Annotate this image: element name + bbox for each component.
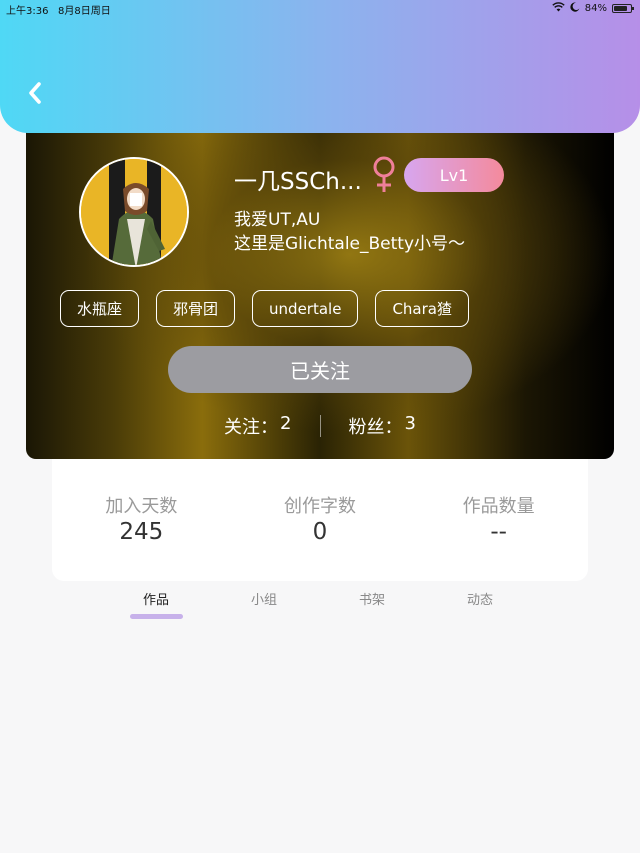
follow-stats: 关注： 2 粉丝： 3 <box>26 413 614 439</box>
status-date: 8月8日周日 <box>58 6 111 17</box>
female-gender-icon <box>371 156 397 198</box>
back-button[interactable] <box>20 80 50 110</box>
tab-bar: 作品 小组 书架 动态 <box>102 586 536 626</box>
stat-label: 创作字数 <box>283 496 356 517</box>
tag-chip[interactable]: undertale <box>252 290 359 327</box>
following-stat[interactable]: 关注： 2 <box>224 413 291 439</box>
profile-page: 上午3:36 8月8日周日 84% 一几SSCh... Lv1 我爱UT,AU … <box>0 0 640 853</box>
tab-activity[interactable]: 动态 <box>426 586 534 626</box>
stat-label: 加入天数 <box>105 496 178 517</box>
username: 一几SSCh... <box>234 169 362 195</box>
stat-value: 0 <box>312 519 328 545</box>
tab-active-indicator <box>130 614 183 619</box>
bio-line: 这里是Glichtale_Betty小号～ <box>234 234 466 254</box>
tab-bookshelf[interactable]: 书架 <box>318 586 426 626</box>
avatar[interactable] <box>79 157 189 267</box>
profile-card: 一几SSCh... Lv1 我爱UT,AU 这里是Glichtale_Betty… <box>26 118 614 459</box>
chevron-left-icon <box>26 81 44 109</box>
tag-chip[interactable]: Chara猹 <box>375 290 469 327</box>
status-bar: 上午3:36 8月8日周日 84% <box>0 0 640 18</box>
tag-chip[interactable]: 邪骨团 <box>156 290 236 327</box>
stat-label: 作品数量 <box>462 496 535 517</box>
battery-fill <box>614 6 627 11</box>
stats-card: 加入天数 245 创作字数 0 作品数量 -- <box>52 459 588 581</box>
status-indicators: 84% <box>552 2 634 15</box>
header-bar: 上午3:36 8月8日周日 84% <box>0 0 640 133</box>
tag-list: 水瓶座 邪骨团 undertale Chara猹 <box>60 290 469 327</box>
bio-line: 我爱UT,AU <box>234 210 321 230</box>
level-badge: Lv1 <box>404 158 504 192</box>
tab-groups[interactable]: 小组 <box>210 586 318 626</box>
stat-join-days: 加入天数 245 <box>81 492 201 581</box>
tab-works[interactable]: 作品 <box>102 586 210 626</box>
status-time: 上午3:36 <box>6 6 49 17</box>
stat-word-count: 创作字数 0 <box>260 492 380 581</box>
tab-label: 书架 <box>358 593 385 608</box>
battery-icon <box>612 4 634 13</box>
followers-stat[interactable]: 粉丝： 3 <box>349 413 416 439</box>
stat-works-count: 作品数量 -- <box>439 492 559 581</box>
followers-label: 粉丝： <box>348 417 403 438</box>
wifi-icon <box>552 2 565 15</box>
tab-label: 小组 <box>250 593 277 608</box>
followers-count: 3 <box>404 413 416 434</box>
stat-value: 245 <box>119 519 164 545</box>
tab-label: 动态 <box>466 593 493 608</box>
following-count: 2 <box>280 413 292 434</box>
follow-button[interactable]: 已关注 <box>168 346 472 393</box>
tag-chip[interactable]: 水瓶座 <box>60 290 140 327</box>
following-label: 关注： <box>224 417 279 438</box>
stat-divider <box>319 415 321 437</box>
stat-value: -- <box>490 519 507 545</box>
moon-icon <box>570 2 580 15</box>
battery-percent: 84% <box>584 3 607 14</box>
tab-label: 作品 <box>142 593 169 608</box>
bio: 我爱UT,AU 这里是Glichtale_Betty小号～ <box>234 208 465 256</box>
